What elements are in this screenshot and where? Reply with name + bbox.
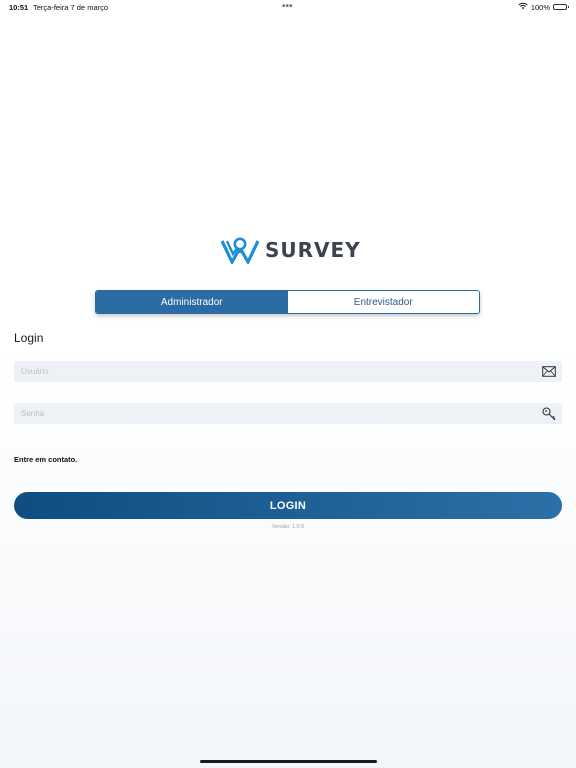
battery-percent: 100% bbox=[530, 2, 550, 12]
logo-text: SURVEY bbox=[265, 238, 361, 262]
battery-icon bbox=[553, 4, 569, 10]
home-indicator[interactable] bbox=[200, 760, 377, 763]
status-bar: 10:51 Terça-feira 7 de março ••• 100% bbox=[0, 0, 576, 14]
segment-administrador[interactable]: Administrador bbox=[96, 291, 288, 313]
status-time: 10:51 bbox=[9, 3, 29, 12]
key-icon bbox=[541, 406, 556, 421]
status-right: 100% bbox=[518, 2, 569, 12]
multitasking-dots-icon[interactable]: ••• bbox=[282, 1, 293, 12]
role-segmented-control: Administrador Entrevistador bbox=[95, 290, 480, 314]
app-logo: SURVEY bbox=[221, 236, 361, 264]
password-field bbox=[14, 403, 562, 424]
contact-link[interactable]: Entre em contato. bbox=[14, 455, 77, 464]
username-input[interactable] bbox=[14, 361, 534, 382]
password-input[interactable] bbox=[14, 403, 534, 424]
login-button[interactable]: LOGIN bbox=[14, 492, 562, 519]
version-label: Versão: 1.0.0 bbox=[271, 524, 305, 530]
wifi-icon bbox=[518, 2, 528, 12]
survey-logo-icon bbox=[221, 237, 259, 264]
username-field bbox=[14, 361, 562, 382]
envelope-icon bbox=[541, 364, 556, 379]
segment-entrevistador[interactable]: Entrevistador bbox=[287, 291, 479, 313]
login-heading: Login bbox=[14, 331, 44, 345]
status-date: Terça-feira 7 de março bbox=[33, 3, 109, 12]
